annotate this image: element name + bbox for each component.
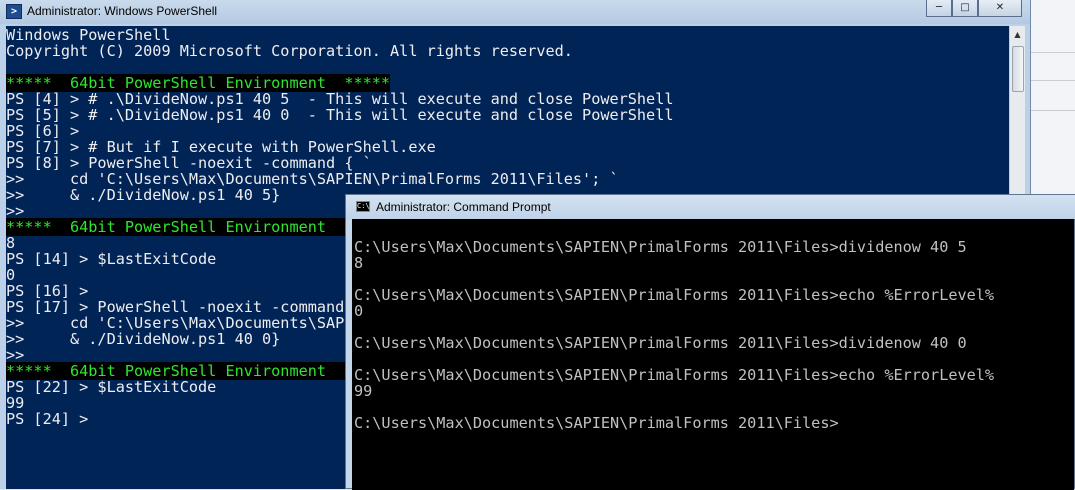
- command-prompt-line: C:\Users\Max\Documents\SAPIEN\PrimalForm…: [354, 366, 995, 384]
- command-prompt-title: Administrator: Command Prompt: [376, 200, 551, 214]
- command-prompt-line: 99: [354, 382, 373, 400]
- powershell-line: PS [5] > # .\DivideNow.ps1 40 0 - This w…: [6, 106, 674, 124]
- environment-banner: ***** 64bit PowerShell Environment *****: [6, 218, 391, 236]
- command-prompt-line: [354, 270, 994, 286]
- powershell-line: ***** 64bit PowerShell Environment *****: [6, 74, 674, 92]
- command-prompt-output: C:\Users\Max\Documents\SAPIEN\PrimalForm…: [354, 238, 995, 432]
- powershell-line: PS [7] > # But if I execute with PowerSh…: [6, 138, 436, 156]
- minimize-icon[interactable]: ─: [926, 0, 952, 17]
- powershell-icon[interactable]: >: [6, 4, 22, 19]
- command-prompt-window[interactable]: C:\ Administrator: Command Prompt C:\Use…: [345, 194, 1075, 490]
- command-prompt-line: C:\Users\Max\Documents\SAPIEN\PrimalForm…: [354, 286, 995, 304]
- powershell-line: PS [6] >: [6, 122, 80, 140]
- command-prompt-line: C:\Users\Max\Documents\SAPIEN\PrimalForm…: [354, 334, 967, 352]
- powershell-line: Copyright (C) 2009 Microsoft Corporation…: [6, 42, 573, 60]
- close-icon[interactable]: ✕: [978, 0, 1022, 17]
- powershell-line: >> cd 'C:\Users\Max\Documents\SAPIEN\Pri…: [6, 170, 619, 188]
- command-prompt-icon[interactable]: C:\: [356, 201, 370, 212]
- command-prompt-line: [354, 350, 994, 366]
- powershell-line: PS [8] > PowerShell -noexit -command { `: [6, 154, 372, 172]
- command-prompt-line: [354, 398, 994, 414]
- command-prompt-line: 0: [354, 302, 364, 320]
- powershell-title: Administrator: Windows PowerShell: [27, 4, 218, 18]
- scroll-up-icon[interactable]: ▲: [1010, 26, 1025, 43]
- command-prompt-line: 8: [354, 254, 364, 272]
- powershell-line: Windows PowerShell: [6, 26, 171, 44]
- command-prompt-line: [354, 318, 994, 334]
- maximize-icon[interactable]: □: [952, 0, 978, 17]
- powershell-window-controls: ─ □ ✕: [926, 0, 1022, 18]
- command-prompt-console[interactable]: C:\Users\Max\Documents\SAPIEN\PrimalForm…: [352, 219, 1074, 490]
- command-prompt-line: C:\Users\Max\Documents\SAPIEN\PrimalForm…: [354, 238, 967, 256]
- scrollbar-thumb[interactable]: [1012, 46, 1024, 92]
- powershell-titlebar[interactable]: > Administrator: Windows PowerShell ─ □ …: [0, 0, 1030, 24]
- command-prompt-titlebar[interactable]: C:\ Administrator: Command Prompt: [346, 195, 1075, 219]
- powershell-line: [6, 58, 674, 74]
- command-prompt-line: C:\Users\Max\Documents\SAPIEN\PrimalForm…: [354, 414, 839, 432]
- powershell-line: PS [4] > # .\DivideNow.ps1 40 5 - This w…: [6, 90, 674, 108]
